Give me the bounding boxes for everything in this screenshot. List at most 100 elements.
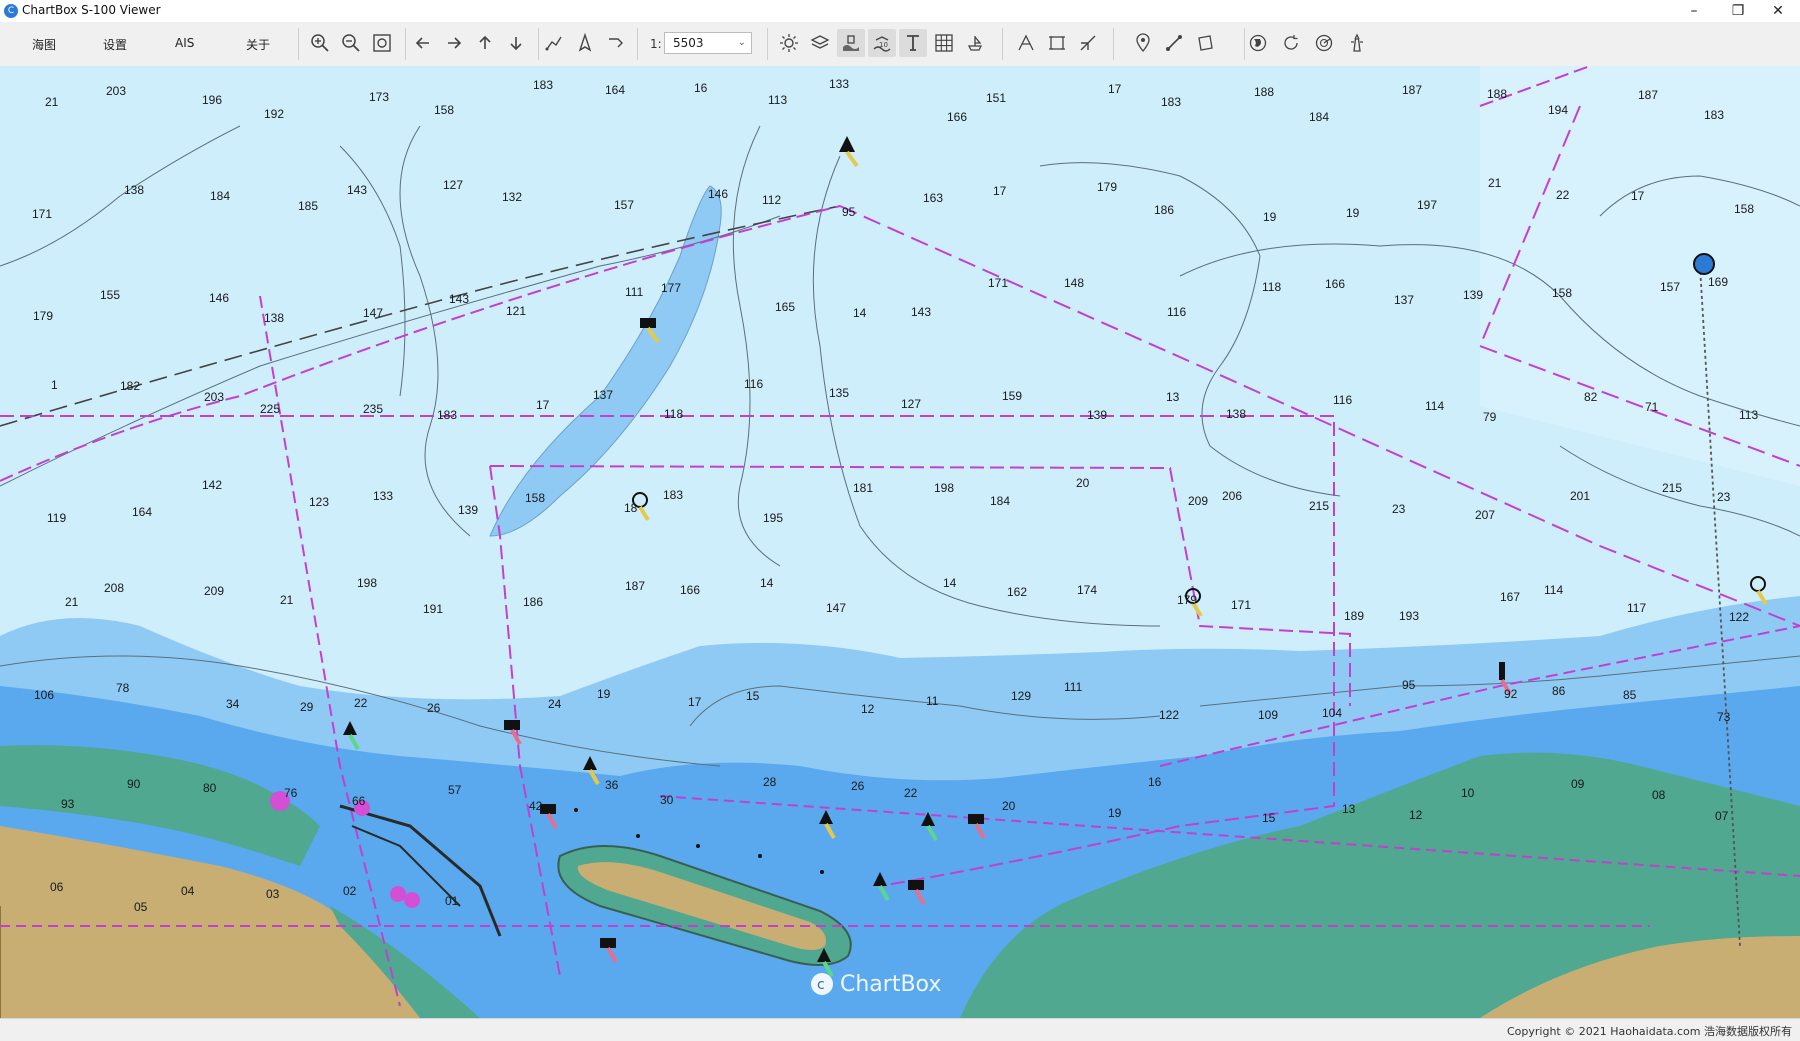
- sounding-value: 73: [1717, 710, 1731, 724]
- chart-canvas[interactable]: 21203196192173158183 164 16113133166151171…: [0, 66, 1800, 1018]
- sounding-value: 183: [1704, 108, 1724, 122]
- sounding-value: 30: [660, 793, 674, 807]
- sounding-value: 111: [1064, 680, 1083, 694]
- sounding-value: 12: [1409, 808, 1423, 822]
- toolbar-separator: [1002, 28, 1003, 60]
- zoom-extent-icon[interactable]: [368, 29, 396, 57]
- sounding-value: 147: [363, 306, 383, 320]
- sounding-value: 169: [1708, 275, 1728, 289]
- polygon-icon[interactable]: [1191, 29, 1219, 57]
- radar-icon[interactable]: [1310, 29, 1338, 57]
- sounding-value: 21: [45, 95, 59, 109]
- brightness-icon[interactable]: [775, 29, 803, 57]
- pan-right-icon[interactable]: [440, 29, 468, 57]
- toolbar-separator: [767, 28, 768, 60]
- sounding-value: 158: [1552, 286, 1572, 300]
- title-bar: C ChartBox S-100 Viewer – ❐ ✕: [0, 0, 1800, 23]
- pan-down-icon[interactable]: [502, 29, 530, 57]
- globe-icon[interactable]: [1244, 29, 1272, 57]
- ship-icon[interactable]: [571, 29, 599, 57]
- sounding-value: 57: [448, 783, 462, 797]
- sounding-value: 127: [901, 397, 921, 411]
- menu-about[interactable]: 关于: [246, 36, 270, 53]
- text-icon[interactable]: [899, 29, 927, 57]
- ship-symbol-icon[interactable]: [961, 29, 989, 57]
- scale-select[interactable]: 5503 ⌄: [664, 32, 752, 54]
- layers-icon[interactable]: [806, 29, 834, 57]
- sounding-value: 80: [203, 781, 217, 795]
- sounding-value: 194: [1548, 103, 1568, 117]
- sounding-value: 22: [1556, 188, 1570, 202]
- menu-chart[interactable]: 海图: [32, 36, 56, 53]
- restore-icon[interactable]: ❐: [1716, 0, 1760, 22]
- grid-icon[interactable]: [930, 29, 958, 57]
- sounding-value: 183: [437, 408, 457, 422]
- sounding-value: 29: [300, 700, 314, 714]
- select-area-icon[interactable]: [1043, 29, 1071, 57]
- sounding-value: 122: [1159, 708, 1179, 722]
- sounding-value: 95: [842, 205, 856, 219]
- zoom-in-icon[interactable]: [306, 29, 334, 57]
- sounding-value: 187: [1402, 83, 1422, 97]
- depth-contour-icon[interactable]: 10: [868, 29, 896, 57]
- measure-icon[interactable]: [1012, 29, 1040, 57]
- sounding-value: 183: [1161, 95, 1181, 109]
- zoom-out-icon[interactable]: [337, 29, 365, 57]
- sounding-value: 66: [352, 794, 366, 808]
- sounding-value: 17: [1631, 189, 1645, 203]
- sounding-value: 19: [1263, 210, 1277, 224]
- sounding-value: 207: [1475, 508, 1495, 522]
- watermark-text: ChartBox: [840, 972, 941, 997]
- lighthouse-icon[interactable]: [1343, 29, 1371, 57]
- refresh-icon[interactable]: [1277, 29, 1305, 57]
- track-icon[interactable]: [602, 29, 630, 57]
- menu-settings[interactable]: 设置: [103, 36, 127, 53]
- sounding-value: 123: [309, 495, 329, 509]
- sounding-value: 165: [775, 300, 795, 314]
- sounding-value: 116: [1333, 393, 1352, 407]
- pan-up-icon[interactable]: [471, 29, 499, 57]
- depth-area-icon[interactable]: [837, 29, 865, 57]
- window-title: ChartBox S-100 Viewer: [22, 3, 161, 17]
- sounding-value: 177: [661, 281, 681, 295]
- pin-icon[interactable]: [1129, 29, 1157, 57]
- sounding-value: 184: [990, 494, 1010, 508]
- sounding-value: 196: [202, 93, 222, 107]
- sounding-value: 78: [116, 681, 130, 695]
- sounding-value: 13: [1342, 802, 1356, 816]
- sounding-value: 179: [1177, 593, 1197, 607]
- sounding-value: 119: [47, 511, 66, 525]
- minimize-icon[interactable]: –: [1672, 0, 1716, 22]
- sounding-value: 22: [904, 786, 918, 800]
- menu-ais[interactable]: AIS: [175, 36, 194, 50]
- sounding-value: 201: [1570, 489, 1590, 503]
- sounding-value: 186: [523, 595, 543, 609]
- sounding-value: 164: [132, 505, 152, 519]
- sounding-value: 01: [445, 894, 459, 908]
- sounding-value: 82: [1584, 390, 1598, 404]
- sounding-value: 111: [625, 285, 644, 299]
- sounding-value: 171: [1231, 598, 1251, 612]
- sounding-value: 121: [506, 304, 526, 318]
- sounding-value: 225: [260, 402, 280, 416]
- sounding-value: 113: [1739, 408, 1758, 422]
- pan-left-icon[interactable]: [409, 29, 437, 57]
- sounding-value: 186: [1154, 203, 1174, 217]
- sounding-value: 122: [1729, 610, 1749, 624]
- route-icon[interactable]: [540, 29, 568, 57]
- sounding-value: 114: [1544, 583, 1563, 597]
- sounding-value: 10: [1461, 786, 1475, 800]
- line-icon[interactable]: [1160, 29, 1188, 57]
- nautical-chart-map[interactable]: 21 203 196 192 173 158 183 164 16 113 133 166 151 17 1…: [0, 66, 1800, 1018]
- sounding-value: 209: [1188, 494, 1208, 508]
- sounding-value: 19: [1346, 206, 1360, 220]
- sounding-value: 147: [826, 601, 846, 615]
- sounding-value: 42: [529, 799, 543, 813]
- sounding-value: 188: [1487, 87, 1507, 101]
- close-icon[interactable]: ✕: [1756, 0, 1800, 22]
- sounding-value: 34: [226, 697, 240, 711]
- sounding-value: 129: [1011, 689, 1031, 703]
- sounding-value: 215: [1662, 481, 1682, 495]
- tools-icon[interactable]: [1074, 29, 1102, 57]
- sounding-value: 17: [993, 184, 1007, 198]
